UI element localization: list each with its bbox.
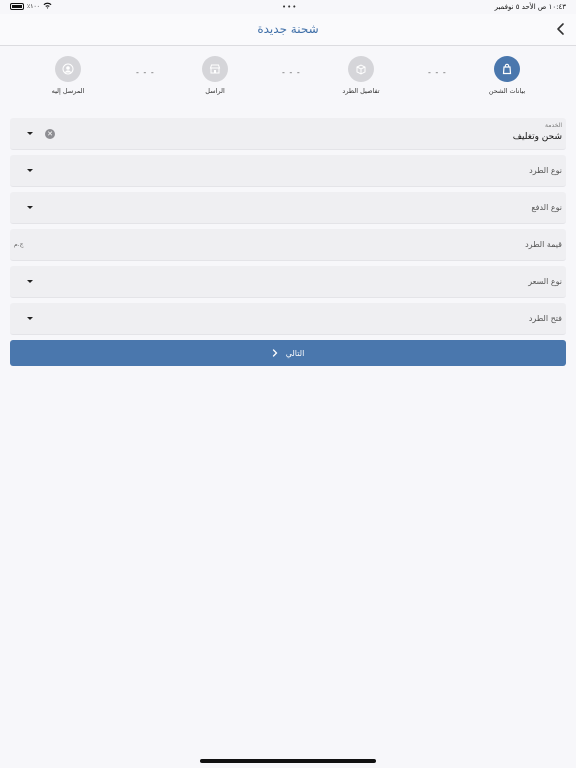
status-indicators: ٪١٠٠ — [10, 2, 52, 11]
store-icon — [202, 56, 228, 82]
next-button[interactable]: التالي — [10, 340, 566, 366]
wifi-icon — [43, 2, 52, 11]
shipment-form: الخدمة شحن وتغليف ✕ نوع الطرد نوع الدفع … — [10, 118, 566, 366]
step-label: الراسل — [205, 87, 225, 95]
step-sender[interactable]: الراسل — [185, 56, 245, 95]
clear-icon[interactable]: ✕ — [45, 129, 55, 139]
package-value-input[interactable]: قيمة الطرد ج.م — [10, 229, 566, 261]
chevron-down-icon[interactable] — [27, 280, 33, 283]
person-icon — [55, 56, 81, 82]
step-separator: - - - — [136, 68, 155, 77]
payment-type-label: نوع الدفع — [531, 203, 562, 212]
progress-stepper: بيانات الشحن - - - تفاصيل الطرد - - - ال… — [0, 56, 576, 106]
multitask-dots[interactable]: ••• — [282, 3, 297, 11]
navigation-bar: شحنة جديدة — [0, 14, 576, 46]
status-bar: ٪١٠٠ ••• ١٠:٤٣ ص الأحد ٥ نوفمبر — [0, 0, 576, 14]
step-label: المرسل إليه — [51, 87, 85, 95]
price-type-select[interactable]: نوع السعر — [10, 266, 566, 298]
status-time: ١٠:٤٣ ص الأحد ٥ نوفمبر — [494, 3, 566, 11]
service-value: شحن وتغليف — [512, 132, 562, 142]
chevron-left-icon — [557, 23, 564, 35]
battery-icon — [10, 3, 24, 10]
step-shipping-data[interactable]: بيانات الشحن — [477, 56, 537, 95]
chevron-down-icon[interactable] — [27, 132, 33, 135]
currency-suffix: ج.م — [14, 241, 24, 248]
back-button[interactable] — [554, 21, 568, 37]
payment-type-select[interactable]: نوع الدفع — [10, 192, 566, 224]
open-package-select[interactable]: فتح الطرد — [10, 303, 566, 335]
service-select[interactable]: الخدمة شحن وتغليف ✕ — [10, 118, 566, 150]
home-indicator[interactable] — [200, 759, 376, 763]
chevron-right-icon — [272, 349, 278, 357]
step-separator: - - - — [428, 68, 447, 77]
chevron-down-icon[interactable] — [27, 317, 33, 320]
page-title: شحنة جديدة — [257, 22, 319, 36]
step-package-details[interactable]: تفاصيل الطرد — [331, 56, 391, 95]
box-icon — [348, 56, 374, 82]
step-separator: - - - — [282, 68, 301, 77]
chevron-down-icon[interactable] — [27, 206, 33, 209]
open-package-label: فتح الطرد — [528, 314, 562, 323]
step-label: تفاصيل الطرد — [342, 87, 380, 95]
price-type-label: نوع السعر — [528, 277, 562, 286]
next-button-label: التالي — [285, 348, 305, 358]
battery-level: ٪١٠٠ — [27, 3, 40, 10]
bag-icon — [494, 56, 520, 82]
package-type-select[interactable]: نوع الطرد — [10, 155, 566, 187]
service-label: الخدمة — [545, 122, 562, 129]
step-recipient[interactable]: المرسل إليه — [38, 56, 98, 95]
package-value-label: قيمة الطرد — [525, 240, 562, 249]
package-type-label: نوع الطرد — [529, 166, 562, 175]
chevron-down-icon[interactable] — [27, 169, 33, 172]
step-label: بيانات الشحن — [488, 87, 526, 95]
